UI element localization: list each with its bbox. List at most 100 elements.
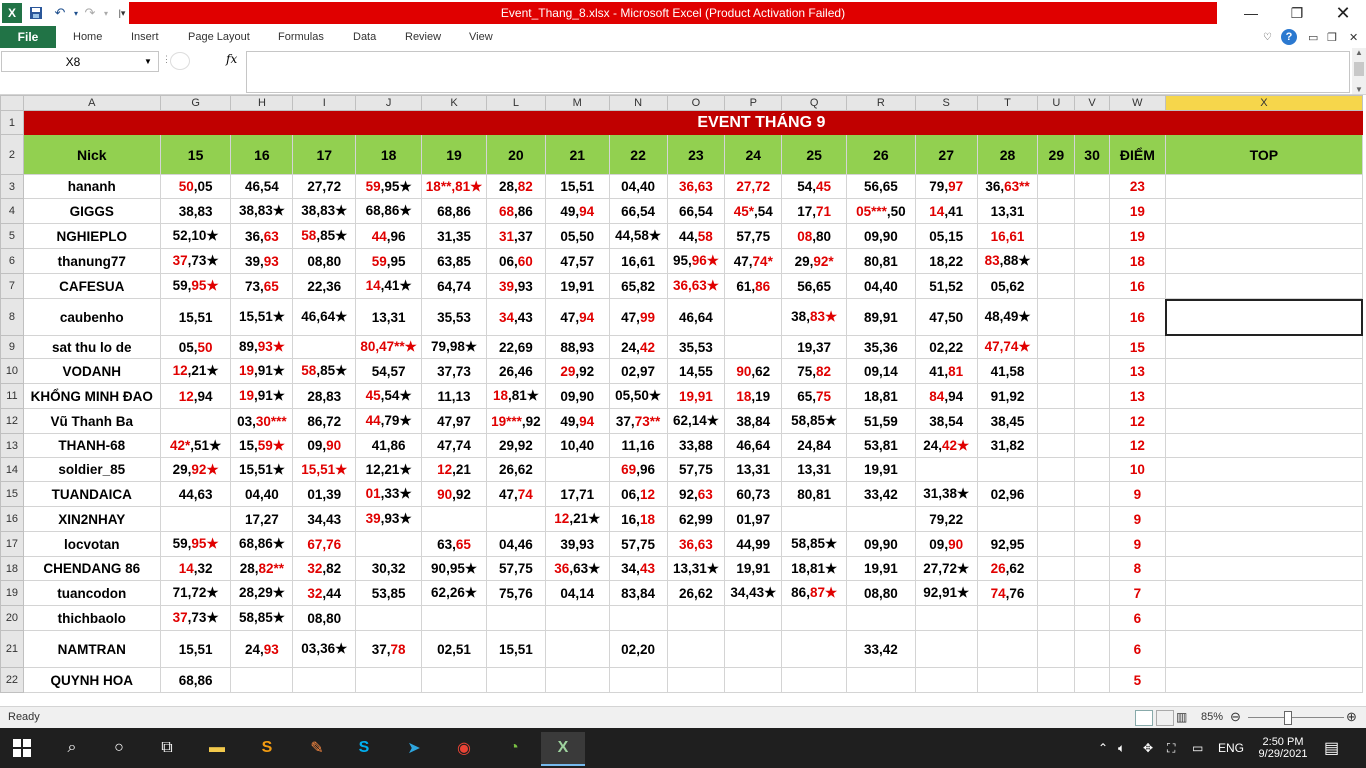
score-cell[interactable]: 13,31★: [666, 556, 726, 581]
score-cell[interactable]: 18,81★: [781, 556, 848, 581]
nick-cell[interactable]: NAMTRAN: [22, 630, 161, 668]
column-header-g[interactable]: G: [159, 95, 232, 111]
score-cell[interactable]: 68,86★: [355, 198, 423, 224]
score-cell[interactable]: [355, 531, 423, 557]
score-cell[interactable]: 22,69: [485, 335, 546, 359]
score-cell[interactable]: [1074, 248, 1110, 274]
score-cell[interactable]: [1037, 223, 1076, 249]
tab-home[interactable]: Home: [73, 26, 102, 48]
score-cell[interactable]: [1074, 531, 1110, 557]
score-cell[interactable]: 12,21★: [355, 457, 423, 482]
points-cell[interactable]: 13: [1108, 358, 1166, 384]
score-cell[interactable]: 26,46: [485, 358, 546, 384]
score-cell[interactable]: 02,22: [914, 335, 978, 359]
score-cell[interactable]: [1037, 433, 1076, 458]
row-header[interactable]: 22: [0, 667, 24, 693]
score-cell[interactable]: 54,57: [355, 358, 423, 384]
score-cell[interactable]: 19***,92: [485, 408, 546, 434]
row-header[interactable]: 11: [0, 383, 24, 409]
score-cell[interactable]: 13,31: [724, 457, 783, 482]
score-cell[interactable]: 92,95: [976, 531, 1039, 557]
score-cell[interactable]: [1074, 481, 1110, 507]
score-cell[interactable]: 28,29★: [230, 580, 294, 606]
score-cell[interactable]: [1037, 481, 1076, 507]
score-cell[interactable]: 79,22: [914, 506, 978, 532]
score-cell[interactable]: 02,20: [608, 630, 668, 668]
score-cell[interactable]: 36,63★: [666, 273, 726, 299]
score-cell[interactable]: 39,93: [230, 248, 294, 274]
score-cell[interactable]: 38,83★: [230, 198, 294, 224]
score-cell[interactable]: 91,92: [976, 383, 1039, 409]
score-cell[interactable]: 44,96: [355, 223, 423, 249]
score-cell[interactable]: 57,75: [666, 457, 726, 482]
cortana-icon[interactable]: ○: [101, 732, 137, 764]
score-cell[interactable]: 58,85★: [292, 223, 357, 249]
column-header-m[interactable]: M: [544, 95, 610, 111]
scroll-down-icon[interactable]: ▼: [1352, 85, 1366, 94]
score-cell[interactable]: 27,72: [292, 174, 357, 199]
score-cell[interactable]: 08,80: [292, 248, 357, 274]
top-cell[interactable]: [1164, 481, 1363, 507]
top-cell[interactable]: [1164, 383, 1363, 409]
score-cell[interactable]: [544, 605, 610, 631]
formula-input[interactable]: [246, 51, 1350, 93]
score-cell[interactable]: [1074, 198, 1110, 224]
spreadsheet-grid[interactable]: A G H I J K L M N O P Q R S T U V W X 1 EVENT THÁNG 9 2 Nick 15…: [0, 95, 1363, 706]
score-cell[interactable]: [485, 605, 546, 631]
score-cell[interactable]: 90,62: [724, 358, 783, 384]
score-cell[interactable]: 31,35: [421, 223, 487, 249]
score-cell[interactable]: 79,98★: [421, 335, 487, 359]
score-cell[interactable]: [1074, 433, 1110, 458]
score-cell[interactable]: 44,63: [159, 481, 232, 507]
score-cell[interactable]: [1037, 630, 1076, 668]
score-cell[interactable]: 34,43★: [724, 580, 783, 606]
score-cell[interactable]: [846, 506, 916, 532]
file-explorer-icon[interactable]: ▬: [199, 732, 235, 764]
score-cell[interactable]: 37,73★: [159, 248, 232, 274]
score-cell[interactable]: 16,61: [608, 248, 668, 274]
points-cell[interactable]: 12: [1108, 408, 1166, 434]
score-cell[interactable]: 09,90: [846, 223, 916, 249]
score-cell[interactable]: 44,58: [666, 223, 726, 249]
score-cell[interactable]: 04,40: [846, 273, 916, 299]
score-cell[interactable]: [724, 298, 783, 336]
score-cell[interactable]: 24,84: [781, 433, 848, 458]
score-cell[interactable]: [159, 506, 232, 532]
row-header[interactable]: 6: [0, 248, 24, 274]
score-cell[interactable]: [292, 335, 357, 359]
score-cell[interactable]: 09,90: [846, 531, 916, 557]
score-cell[interactable]: 32,44: [292, 580, 357, 606]
score-cell[interactable]: 89,93★: [230, 335, 294, 359]
score-cell[interactable]: 13,31: [355, 298, 423, 336]
column-header-w[interactable]: W: [1108, 95, 1166, 111]
tab-page-layout[interactable]: Page Layout: [188, 26, 250, 48]
score-cell[interactable]: 18,81★: [485, 383, 546, 409]
score-cell[interactable]: [355, 667, 423, 693]
score-cell[interactable]: 18**,81★: [421, 174, 487, 199]
select-all-corner[interactable]: [0, 95, 24, 111]
points-cell[interactable]: 8: [1108, 556, 1166, 581]
score-cell[interactable]: 58,85★: [781, 408, 848, 434]
nick-cell[interactable]: hananh: [22, 174, 161, 199]
score-cell[interactable]: [914, 630, 978, 668]
score-cell[interactable]: 39,93★: [355, 506, 423, 532]
row-header[interactable]: 17: [0, 531, 24, 557]
points-cell[interactable]: 15: [1108, 335, 1166, 359]
score-cell[interactable]: 51,59: [846, 408, 916, 434]
row-header[interactable]: 21: [0, 630, 24, 668]
score-cell[interactable]: 89,91: [846, 298, 916, 336]
score-cell[interactable]: 35,53: [666, 335, 726, 359]
score-cell[interactable]: [355, 605, 423, 631]
top-cell[interactable]: [1164, 273, 1363, 299]
score-cell[interactable]: 12,21★: [159, 358, 232, 384]
score-cell[interactable]: 29,92: [544, 358, 610, 384]
score-cell[interactable]: 30,32: [355, 556, 423, 581]
score-cell[interactable]: 15,51★: [292, 457, 357, 482]
clock[interactable]: 2:50 PM 9/29/2021: [1248, 728, 1318, 768]
score-cell[interactable]: 71,72★: [159, 580, 232, 606]
score-cell[interactable]: 57,75: [724, 223, 783, 249]
score-cell[interactable]: 27,72★: [914, 556, 978, 581]
search-icon[interactable]: ⌕: [54, 732, 90, 764]
score-cell[interactable]: [1074, 506, 1110, 532]
score-cell[interactable]: 34,43: [485, 298, 546, 336]
